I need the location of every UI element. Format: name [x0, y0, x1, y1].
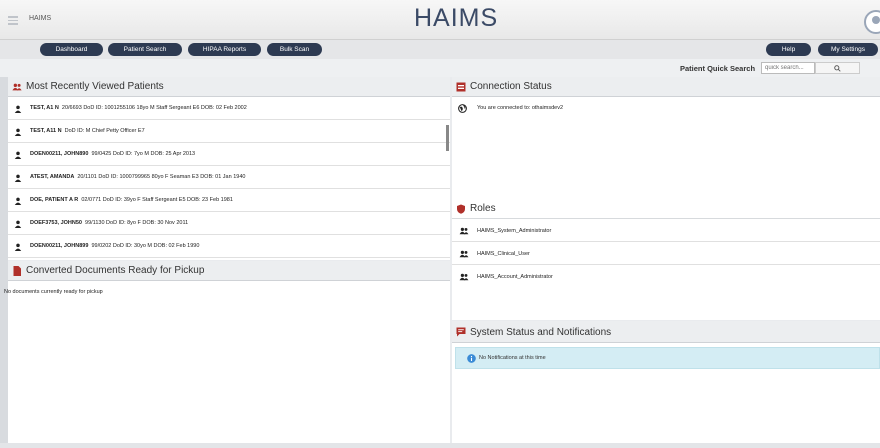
dashboard-button[interactable]: Dashboard [40, 43, 103, 56]
recent-patients-header: Most Recently Viewed Patients [8, 77, 450, 97]
role-name: HAIMS_Clinical_User [477, 251, 530, 257]
list-scrollbar[interactable] [446, 125, 449, 151]
users-icon [459, 273, 469, 281]
patient-details: 20/6693 DoD ID: 1001255106 18yo M Staff … [61, 105, 247, 111]
info-icon [467, 354, 476, 363]
nav-bar: Dashboard Patient Search HIPAA Reports B… [0, 40, 880, 59]
patient-name[interactable]: DOEN00211, JOHN899 [30, 243, 88, 249]
role-item: HAIMS_Clinical_User [452, 242, 880, 265]
patient-name[interactable]: DOEN00211, JOHN890 [30, 151, 88, 157]
patient-details: DoD ID: M Chief Petty Officer E7 [64, 128, 145, 134]
message-icon [456, 327, 466, 337]
my-settings-button[interactable]: My Settings [818, 43, 878, 56]
patient-row[interactable]: DOE, PATIENT A R 02/0771 DoD ID: 39yo F … [8, 189, 450, 212]
patient-name[interactable]: DOE, PATIENT A R [30, 197, 78, 203]
patient-name[interactable]: TEST, A11 N [30, 128, 62, 134]
roles-header: Roles [452, 197, 880, 219]
patient-row[interactable]: TEST, A11 N DoD ID: M Chief Petty Office… [8, 120, 450, 143]
patient-details: 99/1130 DoD ID: 8yo F DOB: 30 Nov 2011 [85, 220, 189, 226]
patient-row[interactable]: TEST, A1 N 20/6693 DoD ID: 1001255106 18… [8, 97, 450, 120]
person-icon [14, 243, 22, 251]
users-icon [459, 227, 469, 235]
person-icon [14, 174, 22, 182]
patient-row[interactable]: ATEST, AMANDA 20/1101 DoD ID: 1000799965… [8, 166, 450, 189]
users-icon [12, 83, 22, 91]
no-notifications-text: No Notifications at this time [479, 355, 546, 361]
users-icon [459, 250, 469, 258]
no-documents-text: No documents currently ready for pickup [4, 289, 103, 295]
connection-status-header: Connection Status [452, 77, 880, 97]
bulk-scan-button[interactable]: Bulk Scan [267, 43, 322, 56]
patient-name[interactable]: TEST, A1 N [30, 105, 59, 111]
app-name: HAIMS [29, 15, 52, 22]
quick-search-input[interactable] [761, 62, 815, 74]
top-bar: HAIMS HAIMS [0, 0, 880, 40]
patient-details: 02/0771 DoD ID: 39yo F Staff Sergeant E5… [81, 197, 233, 203]
converted-documents-header: Converted Documents Ready for Pickup [8, 261, 450, 281]
patient-row[interactable]: DOEN00211, JOHN899 99/0202 DoD ID: 30yo … [8, 235, 450, 258]
footer-bar [0, 443, 880, 448]
notifications-body: No Notifications at this time [452, 343, 880, 443]
help-button[interactable]: Help [766, 43, 811, 56]
person-icon [14, 151, 22, 159]
hamburger-menu-icon[interactable] [8, 16, 18, 27]
converted-documents-body: No documents currently ready for pickup [4, 281, 450, 443]
patient-row[interactable]: DOEN00211, JOHN890 99/0425 DoD ID: 7yo M… [8, 143, 450, 166]
document-icon [13, 266, 21, 276]
connection-status-title: Connection Status [470, 81, 552, 92]
patient-details: 99/0202 DoD ID: 30yo M DOB: 02 Feb 1990 [91, 243, 200, 249]
connection-status-body: You are connected to: othaimsdev2 [452, 97, 880, 197]
person-icon [14, 220, 22, 228]
person-icon [14, 128, 22, 136]
person-icon [14, 197, 22, 205]
patient-search-button[interactable]: Patient Search [108, 43, 182, 56]
recent-patients-list: TEST, A1 N 20/6693 DoD ID: 1001255106 18… [8, 97, 450, 260]
connection-text: You are connected to: othaimsdev2 [477, 105, 564, 111]
hipaa-reports-button[interactable]: HIPAA Reports [188, 43, 261, 56]
user-avatar-icon[interactable] [864, 10, 880, 34]
notifications-title: System Status and Notifications [470, 327, 612, 338]
notifications-header: System Status and Notifications [452, 321, 880, 343]
shield-icon [457, 204, 465, 214]
info-alert: No Notifications at this time [455, 347, 880, 369]
server-icon [456, 82, 466, 92]
patient-details: 99/0425 DoD ID: 7yo M DOB: 25 Apr 2013 [91, 151, 196, 157]
role-item: HAIMS_Account_Administrator [452, 265, 880, 288]
patient-name[interactable]: ATEST, AMANDA [30, 174, 74, 180]
patient-row[interactable]: DOEF3753, JOHN50 99/1130 DoD ID: 8yo F D… [8, 212, 450, 235]
quick-search-bar: Patient Quick Search [0, 59, 880, 77]
recent-patients-title: Most Recently Viewed Patients [26, 81, 164, 92]
page-left-margin [0, 77, 8, 448]
roles-title: Roles [470, 203, 496, 214]
globe-icon [458, 104, 467, 113]
quick-search-button[interactable] [815, 62, 860, 74]
person-icon [14, 105, 22, 113]
role-item: HAIMS_System_Administrator [452, 219, 880, 242]
patient-details: 20/1101 DoD ID: 1000799965 80yo F Seaman… [77, 174, 246, 180]
quick-search-label: Patient Quick Search [680, 64, 756, 73]
converted-documents-title: Converted Documents Ready for Pickup [26, 265, 205, 276]
role-name: HAIMS_Account_Administrator [477, 274, 553, 280]
roles-list: HAIMS_System_Administrator HAIMS_Clinica… [452, 219, 880, 320]
role-name: HAIMS_System_Administrator [477, 228, 552, 234]
haims-logo: HAIMS [414, 4, 499, 32]
patient-name[interactable]: DOEF3753, JOHN50 [30, 220, 82, 226]
search-icon [834, 65, 841, 72]
